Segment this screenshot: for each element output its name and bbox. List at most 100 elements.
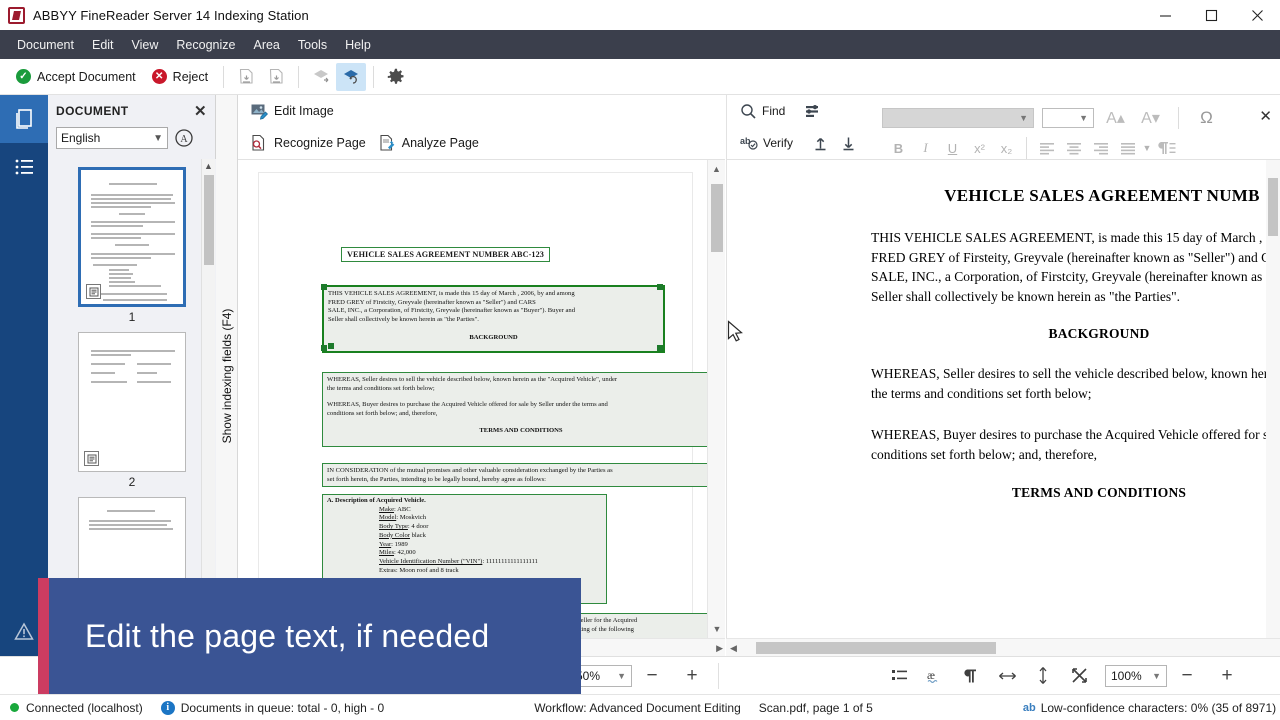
scroll-up-icon[interactable]: ▲ — [708, 160, 725, 178]
text-background-heading: BACKGROUND — [1048, 326, 1150, 342]
text-line: FRED GREY of Firsteity, Greyvale (herein… — [871, 249, 1271, 265]
menu-recognize[interactable]: Recognize — [167, 33, 244, 57]
chevron-down-icon: ▼ — [1152, 670, 1161, 681]
vehicle-field: Vehicle Identification Number ("VIN"): 1… — [379, 558, 602, 567]
field-label: Make — [379, 505, 395, 513]
page-status-icon — [86, 284, 101, 299]
menu-area[interactable]: Area — [244, 33, 288, 57]
text-line: Seller shall collectively be known herei… — [871, 288, 1181, 304]
image-zoom-out-button[interactable]: − — [632, 661, 672, 691]
align-right-icon[interactable] — [1087, 135, 1114, 161]
accept-document-button[interactable]: ✓ Accept Document — [8, 66, 144, 87]
menu-view[interactable]: View — [123, 33, 168, 57]
page-thumbnail[interactable] — [78, 167, 186, 307]
next-uncertain-icon[interactable] — [834, 130, 862, 157]
close-icon[interactable]: ✕ — [194, 104, 207, 119]
region-title[interactable]: VEHICLE SALES AGREEMENT NUMBER ABC-123 — [341, 247, 550, 262]
recognize-page-button[interactable]: Recognize Page — [244, 131, 372, 155]
send-layer-icon[interactable] — [306, 63, 336, 91]
image-vertical-scrollbar[interactable]: ▲ ▼ — [707, 160, 725, 638]
align-justify-icon[interactable] — [1114, 135, 1141, 161]
region-whereas[interactable]: WHEREAS, Seller desires to sell the vehi… — [322, 372, 720, 447]
close-button[interactable] — [1234, 0, 1280, 30]
edit-image-label: Edit Image — [274, 104, 334, 118]
previous-uncertain-icon[interactable] — [806, 130, 834, 157]
chevron-down-icon[interactable]: ▼ — [1141, 135, 1153, 161]
scrollbar-thumb[interactable] — [204, 175, 214, 265]
scroll-up-icon[interactable]: ▲ — [202, 159, 215, 173]
maximize-button[interactable] — [1188, 0, 1234, 30]
find-button[interactable]: Find — [735, 100, 790, 123]
scrollbar-thumb[interactable] — [711, 184, 723, 252]
refresh-layer-icon[interactable] — [336, 62, 367, 91]
minimize-button[interactable] — [1142, 0, 1188, 30]
previous-document-icon[interactable] — [231, 63, 261, 91]
region-consideration[interactable]: IN CONSIDERATION of the mutual promises … — [322, 463, 712, 487]
scroll-right-icon[interactable]: ▶ — [716, 639, 723, 657]
analyze-page-button[interactable]: Analyze Page — [372, 131, 485, 155]
fit-height-icon[interactable] — [1025, 661, 1061, 691]
region-line: THIS VEHICLE SALES AGREEMENT, is made th… — [328, 290, 575, 297]
underline-button[interactable]: U — [939, 135, 966, 161]
font-family-select[interactable]: ▼ — [882, 108, 1034, 128]
text-horizontal-scrollbar[interactable]: ◀ — [726, 638, 1280, 656]
check-circle-icon: ✓ — [16, 69, 31, 84]
text-vertical-scrollbar[interactable] — [1266, 160, 1280, 638]
paragraph-marks-icon[interactable] — [1153, 135, 1180, 161]
field-label: Miles — [379, 549, 395, 557]
subscript-button[interactable]: x₂ — [993, 135, 1020, 161]
left-rail — [0, 95, 48, 656]
menu-document[interactable]: Document — [8, 33, 83, 57]
queue-status-label: Documents in queue: total - 0, high - 0 — [180, 700, 385, 715]
recognize-page-label: Recognize Page — [274, 136, 366, 150]
documents-panel-icon[interactable] — [0, 95, 48, 143]
scroll-left-icon[interactable]: ◀ — [730, 639, 737, 657]
scrollbar-thumb[interactable] — [1268, 178, 1278, 236]
language-value: English — [61, 131, 101, 145]
settings-gear-icon[interactable] — [381, 63, 411, 91]
fit-page-icon[interactable] — [1061, 661, 1097, 691]
align-left-icon[interactable] — [1033, 135, 1060, 161]
text-zoom-select[interactable]: 100% ▼ — [1105, 664, 1167, 687]
list-panel-icon[interactable] — [0, 143, 48, 191]
scrollbar-thumb[interactable] — [756, 642, 996, 654]
menu-tools[interactable]: Tools — [289, 33, 336, 57]
page-thumbnail[interactable] — [78, 332, 186, 472]
increase-font-size-icon[interactable]: A▴ — [1102, 105, 1129, 131]
ligature-icon[interactable]: æ — [917, 661, 953, 691]
decrease-font-size-icon[interactable]: A▾ — [1137, 105, 1164, 131]
image-toolbar-row-2: Recognize Page Analyze Page — [238, 127, 725, 159]
superscript-button[interactable]: x² — [966, 135, 993, 161]
next-document-icon[interactable] — [261, 63, 291, 91]
align-center-icon[interactable] — [1060, 135, 1087, 161]
list-view-icon[interactable] — [881, 661, 917, 691]
scroll-down-icon[interactable]: ▼ — [708, 620, 726, 638]
field-value: : 42,000 — [394, 549, 416, 557]
divider — [298, 65, 300, 88]
menu-help[interactable]: Help — [336, 33, 380, 57]
menu-edit[interactable]: Edit — [83, 33, 123, 57]
recognized-text[interactable]: VEHICLE SALES AGREEMENT NUMB THIS VEHICL… — [727, 160, 1280, 527]
bold-button[interactable]: B — [885, 135, 912, 161]
edit-image-button[interactable]: Edit Image — [244, 99, 340, 123]
confidence-ab-icon: ab — [1022, 701, 1036, 714]
text-zoom-out-button[interactable]: − — [1167, 661, 1207, 691]
fit-width-icon[interactable] — [989, 661, 1025, 691]
image-zoom-in-button[interactable]: + — [672, 661, 712, 691]
paragraph-marks-icon[interactable] — [953, 661, 989, 691]
reject-button[interactable]: ✕ Reject — [144, 66, 216, 87]
text-zoom-in-button[interactable]: + — [1207, 661, 1247, 691]
region-intro[interactable]: THIS VEHICLE SALES AGREEMENT, is made th… — [320, 283, 665, 353]
italic-button[interactable]: I — [912, 135, 939, 161]
thumbnail-item[interactable]: 1 — [56, 167, 208, 324]
close-text-panel-icon[interactable]: ✕ — [1259, 107, 1272, 125]
special-character-icon[interactable]: Ω — [1193, 105, 1220, 131]
thumbnail-item[interactable]: 2 — [56, 332, 208, 489]
language-select[interactable]: English ▼ — [56, 127, 168, 149]
verify-button[interactable]: ab Verify — [735, 132, 798, 155]
font-size-select[interactable]: ▼ — [1042, 108, 1094, 128]
recognition-language-icon[interactable]: A — [174, 128, 194, 148]
text-properties-icon[interactable] — [798, 98, 826, 125]
indexing-fields-tab[interactable]: Show indexing fields (F4) — [216, 95, 238, 656]
text-view[interactable]: VEHICLE SALES AGREEMENT NUMB THIS VEHICL… — [726, 160, 1280, 656]
